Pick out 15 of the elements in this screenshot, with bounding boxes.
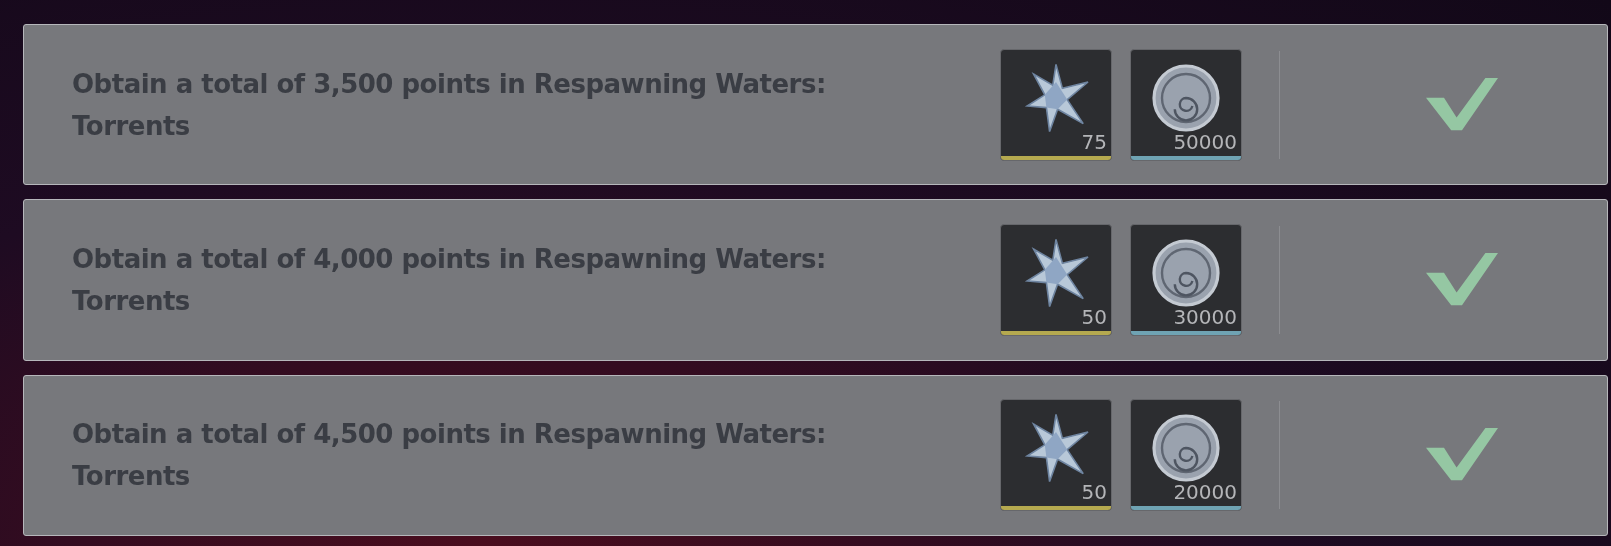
reward-item[interactable]: 50 xyxy=(1000,399,1112,512)
reward-count: 75 xyxy=(1081,129,1107,154)
reward-item[interactable]: 50 xyxy=(1000,224,1112,336)
quest-description: Obtain a total of 3,500 points in Respawning Waters: Torrents xyxy=(72,67,827,143)
reward-count: 20000 xyxy=(1173,480,1237,505)
reward-count: 50 xyxy=(1081,480,1107,505)
reward-count: 30000 xyxy=(1173,305,1237,329)
quest-description: Obtain a total of 4,000 points in Respawning Waters: Torrents xyxy=(72,243,827,318)
reward-count: 50000 xyxy=(1173,129,1237,154)
reward-item[interactable]: 30000 xyxy=(1130,224,1242,336)
quest-description: Obtain a total of 4,500 points in Respawning Waters: Torrents xyxy=(72,418,827,494)
reward-item[interactable]: 50000 xyxy=(1130,48,1242,161)
reward-item[interactable]: 75 xyxy=(1000,48,1112,161)
reward-count: 50 xyxy=(1081,305,1107,329)
reward-item[interactable]: 20000 xyxy=(1130,399,1242,512)
